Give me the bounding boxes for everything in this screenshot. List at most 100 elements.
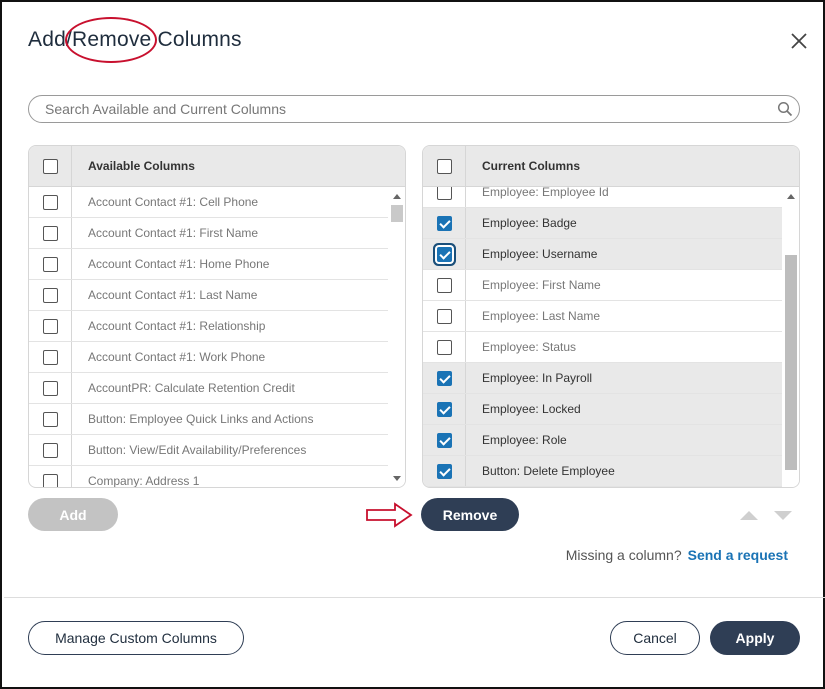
list-item[interactable]: Button: Employee Quick Links and Actions (29, 404, 388, 435)
checkbox-cell (29, 373, 72, 403)
row-checkbox[interactable] (42, 318, 58, 334)
row-checkbox[interactable] (436, 277, 452, 293)
checkbox-cell (423, 363, 466, 393)
close-icon[interactable] (788, 30, 810, 52)
apply-button[interactable]: Apply (710, 621, 800, 655)
scroll-up-arrow[interactable] (393, 194, 401, 199)
checkbox-cell (423, 208, 466, 238)
row-checkbox[interactable] (42, 225, 58, 241)
list-item-label: Button: Employee Quick Links and Actions (88, 412, 314, 426)
search-input[interactable] (28, 95, 800, 123)
current-columns-header: Current Columns (423, 146, 799, 187)
current-scrollbar[interactable] (782, 187, 799, 487)
row-checkbox[interactable] (436, 339, 452, 355)
checkbox-cell (29, 218, 72, 248)
available-columns-panel: Available Columns Account Contact #1: Ce… (28, 145, 406, 488)
row-checkbox[interactable] (436, 246, 452, 262)
search-icon[interactable] (777, 101, 793, 117)
row-checkbox[interactable] (436, 463, 452, 479)
current-columns-title: Current Columns (482, 159, 581, 173)
available-columns-list[interactable]: Account Contact #1: Cell Phone Account Co… (29, 187, 388, 487)
remove-button[interactable]: Remove (421, 498, 519, 531)
list-item[interactable]: Employee: Employee Id (423, 187, 782, 208)
list-item[interactable]: Company: Address 1 (29, 466, 388, 487)
checkbox-cell (29, 435, 72, 465)
checkbox-cell (29, 280, 72, 310)
current-columns-panel: Current Columns Employee: Employee Id Emp… (422, 145, 800, 488)
list-item[interactable]: Account Contact #1: Last Name (29, 280, 388, 311)
select-all-available-checkbox[interactable] (42, 158, 58, 174)
row-checkbox[interactable] (42, 349, 58, 365)
checkbox-cell (423, 270, 466, 300)
list-item-label: Button: View/Edit Availability/Preferenc… (88, 443, 307, 457)
checkbox-cell (423, 187, 466, 207)
list-item[interactable]: Account Contact #1: Relationship (29, 311, 388, 342)
list-item-label: Employee: Status (482, 340, 577, 354)
scroll-thumb[interactable] (391, 205, 403, 222)
list-item[interactable]: Employee: Username (423, 239, 782, 270)
missing-column-text: Missing a column? (565, 547, 682, 563)
row-checkbox[interactable] (42, 194, 58, 210)
list-item[interactable]: Employee: Badge (423, 208, 782, 239)
row-checkbox[interactable] (436, 370, 452, 386)
scroll-thumb[interactable] (785, 255, 797, 470)
list-item-label: Account Contact #1: Last Name (88, 288, 258, 302)
row-checkbox[interactable] (42, 473, 58, 487)
row-checkbox[interactable] (436, 401, 452, 417)
row-checkbox[interactable] (42, 287, 58, 303)
available-columns-title: Available Columns (88, 159, 195, 173)
list-item[interactable]: Account Contact #1: Home Phone (29, 249, 388, 280)
manage-custom-columns-button[interactable]: Manage Custom Columns (28, 621, 244, 655)
add-button[interactable]: Add (28, 498, 118, 531)
list-item-label: Employee: Locked (482, 402, 581, 416)
row-checkbox[interactable] (436, 432, 452, 448)
list-item-label: Employee: Role (482, 433, 567, 447)
checkbox-cell (29, 404, 72, 434)
row-checkbox[interactable] (42, 442, 58, 458)
list-item-label: Account Contact #1: Home Phone (88, 257, 270, 271)
select-all-current-checkbox[interactable] (436, 158, 452, 174)
list-item-label: Employee: Last Name (482, 309, 601, 323)
list-item[interactable]: Employee: Locked (423, 394, 782, 425)
checkbox-cell (29, 311, 72, 341)
list-item[interactable]: Employee: In Payroll (423, 363, 782, 394)
row-checkbox[interactable] (436, 215, 452, 231)
send-request-link[interactable]: Send a request (688, 547, 788, 563)
dialog: Add/Remove Columns Available Columns Acc… (0, 0, 825, 689)
list-item[interactable]: Account Contact #1: Work Phone (29, 342, 388, 373)
list-item-label: Button: Delete Employee (482, 464, 615, 478)
title-add: Add (28, 28, 66, 51)
cancel-button[interactable]: Cancel (610, 621, 700, 655)
current-columns-list[interactable]: Employee: Employee Id Employee: Badge Empl… (423, 187, 782, 487)
list-item[interactable]: Button: View/Edit Availability/Preferenc… (29, 435, 388, 466)
list-item-label: AccountPR: Calculate Retention Credit (88, 381, 295, 395)
title-remove: Remove (65, 17, 158, 63)
scroll-up-arrow[interactable] (787, 194, 795, 199)
list-item[interactable]: Button: Delete Employee (423, 456, 782, 487)
row-checkbox[interactable] (42, 256, 58, 272)
list-item[interactable]: Account Contact #1: Cell Phone (29, 187, 388, 218)
list-item[interactable]: Account Contact #1: First Name (29, 218, 388, 249)
row-checkbox[interactable] (42, 380, 58, 396)
checkbox-cell (29, 342, 72, 372)
list-item[interactable]: AccountPR: Calculate Retention Credit (29, 373, 388, 404)
list-item[interactable]: Employee: Status (423, 332, 782, 363)
checkbox-cell (423, 456, 466, 486)
list-item-label: Account Contact #1: Relationship (88, 319, 266, 333)
move-down-icon[interactable] (774, 511, 792, 520)
select-all-cell (423, 146, 466, 186)
list-item[interactable]: Employee: Last Name (423, 301, 782, 332)
list-item[interactable]: Employee: First Name (423, 270, 782, 301)
available-columns-header: Available Columns (29, 146, 405, 187)
row-checkbox[interactable] (42, 411, 58, 427)
checkbox-cell (423, 394, 466, 424)
checkbox-cell (29, 249, 72, 279)
footer-divider (4, 597, 825, 598)
title-columns: Columns (151, 28, 242, 51)
available-scrollbar[interactable] (388, 187, 405, 487)
row-checkbox[interactable] (436, 308, 452, 324)
list-item[interactable]: Employee: Role (423, 425, 782, 456)
row-checkbox[interactable] (436, 187, 452, 200)
move-up-icon[interactable] (740, 511, 758, 520)
scroll-down-arrow[interactable] (393, 476, 401, 481)
